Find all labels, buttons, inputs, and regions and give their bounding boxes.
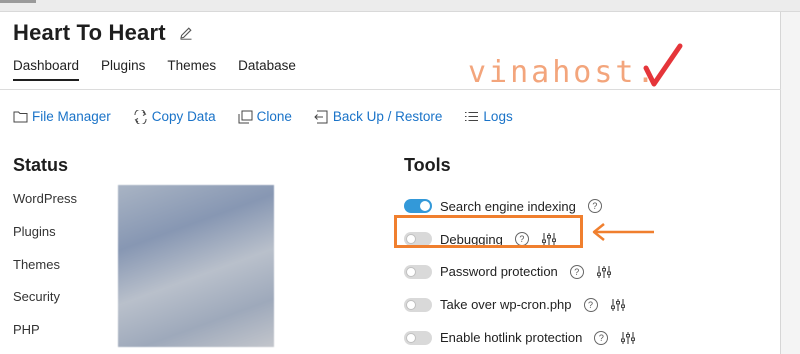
help-icon[interactable]: ? <box>583 297 598 312</box>
tools-heading: Tools <box>404 155 451 175</box>
status-list: WordPress Plugins Themes Security PHP <box>13 189 77 353</box>
copy-data-link[interactable]: Copy Data <box>133 109 216 124</box>
status-heading: Status <box>13 155 69 175</box>
status-item-wordpress: WordPress <box>13 191 78 206</box>
copy-data-label: Copy Data <box>151 109 216 124</box>
site-actions: File Manager Copy Data Clone Back Up / R… <box>13 109 535 124</box>
file-manager-link[interactable]: File Manager <box>13 109 111 124</box>
file-manager-label: File Manager <box>32 109 111 124</box>
status-item-themes: Themes <box>13 256 60 272</box>
site-title-row: Heart To Heart <box>13 20 194 46</box>
tool-label: Enable hotlink protection <box>440 330 583 346</box>
logs-label: Logs <box>483 109 513 124</box>
toggle-knob <box>406 299 416 310</box>
debugging-highlight-box <box>394 215 583 248</box>
sliders-icon[interactable] <box>610 297 626 313</box>
sliders-icon[interactable] <box>620 330 636 346</box>
scrollbar-track[interactable] <box>781 12 800 354</box>
clone-link[interactable]: Clone <box>238 109 292 124</box>
help-icon[interactable]: ? <box>594 330 609 345</box>
blurred-status-values <box>118 185 274 347</box>
arrow-left-icon <box>592 223 654 241</box>
site-tabs: Dashboard Plugins Themes Database <box>13 58 318 81</box>
clone-icon <box>238 110 253 123</box>
backup-restore-icon <box>314 110 328 123</box>
tab-plugins[interactable]: Plugins <box>101 58 145 81</box>
tab-themes[interactable]: Themes <box>167 58 216 81</box>
backup-restore-label: Back Up / Restore <box>332 109 443 124</box>
toggle-knob <box>420 201 430 212</box>
tool-hotlink-protection: Enable hotlink protection ? <box>404 321 636 354</box>
tool-password-protection: Password protection ? <box>404 256 636 289</box>
status-item-plugins: Plugins <box>13 223 56 239</box>
copy-data-icon <box>134 109 147 124</box>
vinahost-watermark: vinahost. <box>468 43 683 90</box>
site-title: Heart To Heart <box>13 20 166 45</box>
toggle-knob <box>406 266 416 277</box>
status-item-security: Security <box>13 289 60 305</box>
backup-restore-link[interactable]: Back Up / Restore <box>314 109 443 124</box>
sliders-icon[interactable] <box>596 264 612 280</box>
tool-label: Password protection <box>440 264 558 280</box>
tool-take-over-wp-cron: Take over wp-cron.php ? <box>404 288 636 321</box>
clone-label: Clone <box>256 109 292 124</box>
pencil-icon[interactable] <box>178 25 194 41</box>
folder-icon <box>13 111 28 123</box>
watermark-text: vinahost. <box>468 55 658 90</box>
toggle-knob <box>406 332 416 343</box>
status-item-php: PHP <box>13 322 40 338</box>
tool-label: Take over wp-cron.php <box>440 297 572 313</box>
password-protection-toggle[interactable] <box>404 264 432 279</box>
search-engine-indexing-toggle[interactable] <box>404 199 432 214</box>
take-over-wp-cron-toggle[interactable] <box>404 297 432 312</box>
browser-top-bar <box>0 0 800 12</box>
help-icon[interactable]: ? <box>569 264 584 279</box>
hotlink-protection-toggle[interactable] <box>404 330 432 345</box>
logs-icon <box>465 111 479 122</box>
help-icon[interactable]: ? <box>587 199 602 214</box>
tab-stub <box>0 0 36 3</box>
logs-link[interactable]: Logs <box>464 109 513 124</box>
tool-label: Search engine indexing <box>440 198 576 214</box>
tab-database[interactable]: Database <box>238 58 296 81</box>
tab-dashboard[interactable]: Dashboard <box>13 58 80 81</box>
